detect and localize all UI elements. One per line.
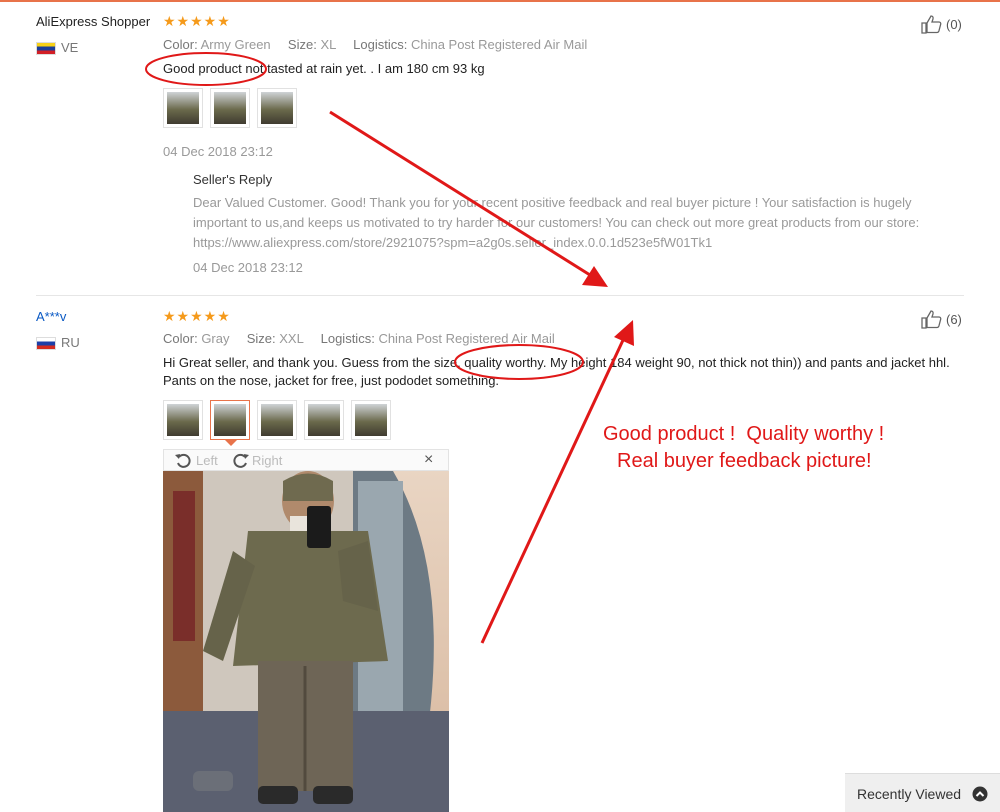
arrow-head-icon xyxy=(582,266,608,287)
annotation-line-2: Real buyer feedback picture! xyxy=(617,450,872,472)
arrow-line xyxy=(329,110,591,277)
chevron-up-icon xyxy=(972,786,988,802)
recently-viewed-label: Recently Viewed xyxy=(857,786,962,802)
annotation-overlay xyxy=(145,52,634,644)
highlight-circle xyxy=(145,52,267,86)
arrow-line xyxy=(480,337,626,644)
recently-viewed-tab[interactable]: Recently Viewed xyxy=(845,773,1000,812)
arrow-head-icon xyxy=(614,320,634,346)
annotation-line-1: Good product ! Quality worthy ! xyxy=(603,423,885,445)
highlight-circle xyxy=(454,344,584,380)
